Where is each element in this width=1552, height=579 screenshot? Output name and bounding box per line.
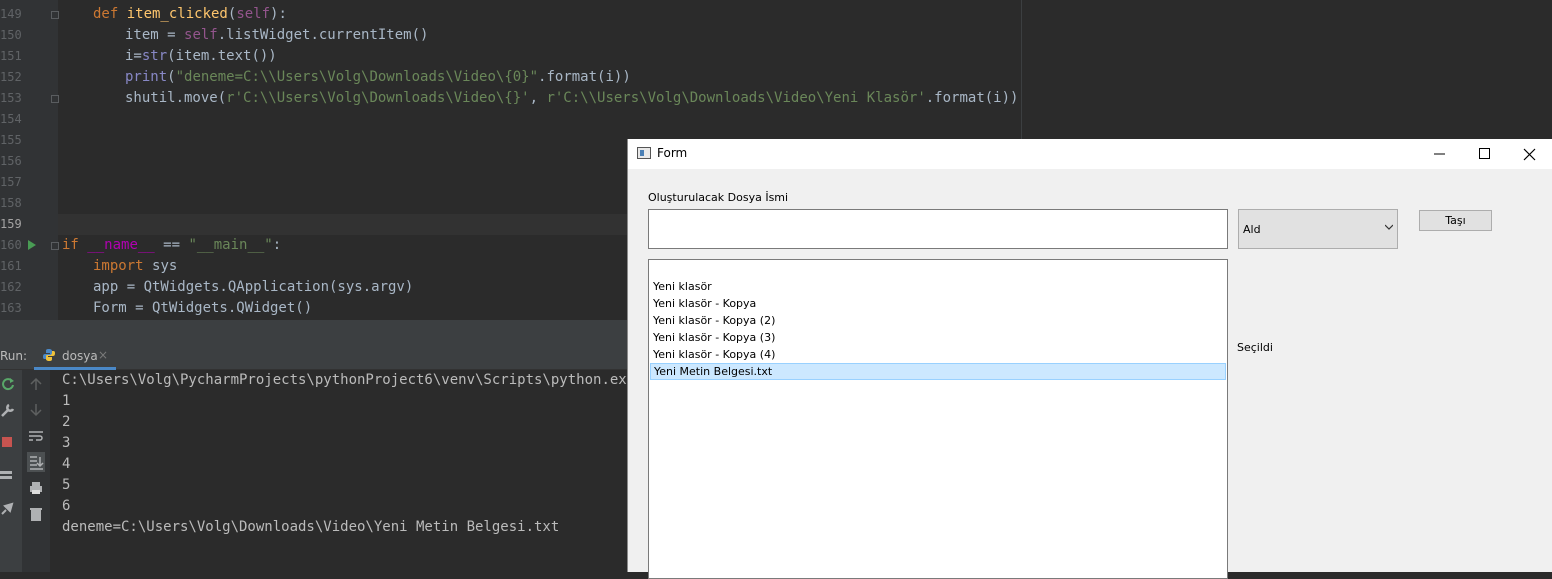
python-icon <box>43 349 55 361</box>
fold-marker-icon[interactable] <box>51 11 59 19</box>
form-window: Form Oluşturulacak Dosya İsmi Ald Taşı Y… <box>627 139 1552 579</box>
line-number: 151 <box>0 49 22 63</box>
app-window-icon <box>637 147 651 159</box>
code-line-149: def item_clicked(self): <box>93 6 287 22</box>
code-line-160: if __name__ == "__main__": <box>62 237 282 253</box>
close-window-icon[interactable] <box>1516 139 1552 169</box>
action-combobox[interactable]: Ald <box>1238 209 1398 249</box>
list-item[interactable]: Yeni klasör <box>650 278 1226 295</box>
line-number: 152 <box>0 70 22 84</box>
list-item[interactable]: Yeni klasör - Kopya <box>650 295 1226 312</box>
chevron-down-icon <box>1385 224 1393 230</box>
wrench-icon[interactable] <box>0 402 16 418</box>
run-tab-dosya[interactable]: dosya × <box>34 342 116 370</box>
trash-icon[interactable] <box>28 506 44 522</box>
rerun-icon[interactable] <box>0 376 16 392</box>
list-item-selected[interactable]: Yeni Metin Belgesi.txt <box>650 363 1226 380</box>
line-gutter: 149 150 151 152 153 154 155 156 157 158 159 160 161 1… <box>0 0 59 320</box>
console-line: 4 <box>62 456 71 472</box>
fold-marker-icon[interactable] <box>51 242 59 250</box>
code-line-152: print("deneme=C:\\Users\Volg\Downloads\V… <box>125 69 631 85</box>
print-icon[interactable] <box>28 480 44 496</box>
list-item[interactable]: Yeni klasör - Kopya (2) <box>650 312 1226 329</box>
code-line-151: i=str(item.text()) <box>125 48 277 64</box>
console-output[interactable]: C:\Users\Volg\PycharmProjects\pythonProj… <box>50 370 660 572</box>
status-label: Seçildi <box>1237 341 1273 354</box>
line-number: 156 <box>0 154 22 168</box>
line-number: 158 <box>0 196 22 210</box>
combobox-value: Ald <box>1243 223 1261 236</box>
console-line: C:\Users\Volg\PycharmProjects\pythonProj… <box>62 372 661 388</box>
code-line-153: shutil.move(r'C:\\Users\Volg\Downloads\V… <box>125 90 1019 106</box>
fold-marker-icon[interactable] <box>51 95 59 103</box>
code-line-161: import sys <box>93 258 178 274</box>
up-arrow-icon[interactable] <box>28 376 44 392</box>
minimize-icon[interactable] <box>1428 139 1474 169</box>
console-line: deneme=C:\Users\Volg\Downloads\Video\Yen… <box>62 519 560 535</box>
run-gutter-icon[interactable] <box>28 240 36 250</box>
console-line: 5 <box>62 477 71 493</box>
list-item[interactable]: Yeni klasör - Kopya (4) <box>650 346 1226 363</box>
line-number: 153 <box>0 91 22 105</box>
code-line-150: item = self.listWidget.currentItem() <box>125 27 429 43</box>
run-label: Run: <box>0 349 28 363</box>
line-number: 154 <box>0 112 22 126</box>
console-line: 3 <box>62 435 71 451</box>
stop-icon[interactable] <box>0 434 16 450</box>
layout-icon[interactable] <box>0 468 16 484</box>
line-number: 160 <box>0 238 22 252</box>
window-titlebar[interactable]: Form <box>628 139 1552 169</box>
line-number: 159 <box>0 217 22 231</box>
line-number: 162 <box>0 280 22 294</box>
console-line: 1 <box>62 393 71 409</box>
run-tools-primary <box>0 370 22 572</box>
run-tools-secondary <box>22 370 50 572</box>
maximize-icon[interactable] <box>1474 139 1520 169</box>
run-tab-label: dosya <box>62 349 98 363</box>
console-line: 6 <box>62 498 71 514</box>
scroll-to-end-icon[interactable] <box>27 452 45 472</box>
line-number: 155 <box>0 133 22 147</box>
down-arrow-icon[interactable] <box>28 402 44 418</box>
console-line: 2 <box>62 414 71 430</box>
line-number: 150 <box>0 28 22 42</box>
code-line-163: Form = QtWidgets.QWidget() <box>93 300 313 316</box>
line-number: 149 <box>0 7 22 21</box>
window-title: Form <box>657 146 688 160</box>
file-name-label: Oluşturulacak Dosya İsmi <box>648 191 789 204</box>
code-line-162: app = QtWidgets.QApplication(sys.argv) <box>93 279 414 295</box>
line-number: 157 <box>0 175 22 189</box>
file-name-input[interactable] <box>648 209 1228 249</box>
line-number: 161 <box>0 259 22 273</box>
line-number: 163 <box>0 301 22 315</box>
close-icon[interactable]: × <box>98 348 108 362</box>
soft-wrap-icon[interactable] <box>28 428 44 444</box>
list-item[interactable]: Yeni klasör - Kopya (3) <box>650 329 1226 346</box>
file-list[interactable]: Yeni klasör Yeni klasör - Kopya Yeni kla… <box>648 259 1228 579</box>
list-item[interactable] <box>650 261 1226 278</box>
right-margin-guide <box>1021 0 1022 140</box>
move-button[interactable]: Taşı <box>1419 210 1492 231</box>
pin-icon[interactable] <box>0 500 16 516</box>
